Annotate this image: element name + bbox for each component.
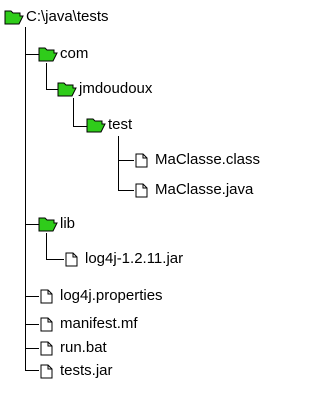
- tree-item-log4j-jar[interactable]: log4j-1.2.11.jar: [63, 248, 183, 270]
- tree-connector: [118, 190, 134, 191]
- tree-connector: [25, 27, 26, 370]
- tree-item-label: log4j.properties: [60, 287, 163, 304]
- tree-item-label: tests.jar: [60, 362, 113, 379]
- tree-connector: [25, 224, 39, 225]
- tree-item-label: com: [60, 45, 89, 62]
- tree-connector: [46, 259, 64, 260]
- tree-item-label: test: [108, 116, 133, 133]
- tree-item-log4j-properties[interactable]: log4j.properties: [38, 285, 163, 307]
- tree-item-label: run.bat: [60, 339, 107, 356]
- tree-item-tests-jar[interactable]: tests.jar: [38, 360, 113, 382]
- tree-connector: [73, 98, 74, 126]
- tree-item-run-bat[interactable]: run.bat: [38, 337, 107, 359]
- file-icon: [133, 181, 153, 199]
- tree-connector: [25, 348, 39, 349]
- tree-item-label: log4j-1.2.11.jar: [85, 250, 184, 267]
- tree-item-label: C:\java\tests: [26, 8, 109, 25]
- tree-item-label: manifest.mf: [60, 315, 138, 332]
- tree-connector: [73, 126, 87, 127]
- tree-item-label: MaClasse.java: [155, 181, 254, 198]
- tree-item-com[interactable]: com: [38, 43, 88, 65]
- folder-open-icon: [86, 116, 106, 134]
- tree-connector: [25, 370, 39, 371]
- tree-connector: [118, 160, 134, 161]
- folder-open-icon: [57, 80, 77, 98]
- tree-connector: [46, 233, 47, 259]
- file-icon: [38, 362, 58, 380]
- file-icon: [38, 287, 58, 305]
- tree-connector: [25, 296, 39, 297]
- tree-connector: [46, 63, 47, 89]
- tree-connector: [25, 324, 39, 325]
- directory-tree: C:\java\tests com jmdoudoux test MaClass…: [0, 0, 333, 409]
- tree-item-label: lib: [60, 215, 76, 232]
- file-icon: [38, 315, 58, 333]
- tree-item-label: jmdoudoux: [79, 80, 153, 97]
- file-icon: [38, 339, 58, 357]
- tree-item-test[interactable]: test: [86, 114, 132, 136]
- tree-item-label: MaClasse.class: [155, 151, 261, 168]
- folder-open-icon: [4, 8, 24, 26]
- tree-item-root[interactable]: C:\java\tests: [4, 6, 109, 28]
- folder-open-icon: [38, 215, 58, 233]
- tree-connector: [25, 54, 39, 55]
- tree-item-maclasse-class[interactable]: MaClasse.class: [133, 149, 260, 171]
- tree-item-manifest[interactable]: manifest.mf: [38, 313, 138, 335]
- tree-item-lib[interactable]: lib: [38, 213, 75, 235]
- tree-connector: [118, 136, 119, 190]
- tree-item-maclasse-java[interactable]: MaClasse.java: [133, 179, 253, 201]
- file-icon: [63, 250, 83, 268]
- tree-item-jmdoudoux[interactable]: jmdoudoux: [57, 78, 152, 100]
- file-icon: [133, 151, 153, 169]
- folder-open-icon: [38, 45, 58, 63]
